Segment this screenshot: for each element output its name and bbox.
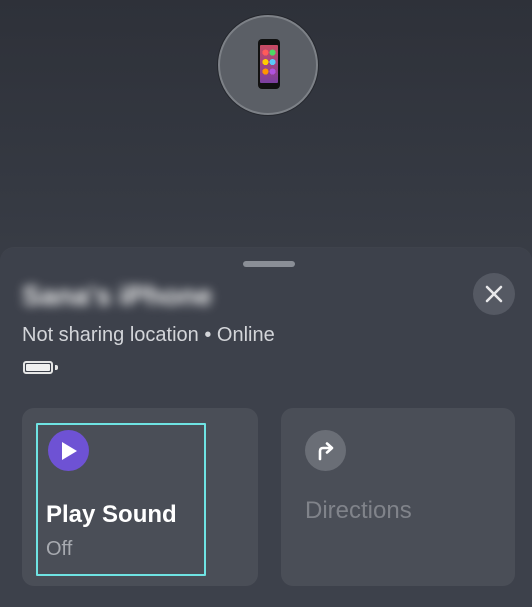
close-button[interactable] xyxy=(473,273,515,315)
device-detail-sheet: Sana's iPhone Not sharing location • Onl… xyxy=(0,248,532,607)
play-sound-status: Off xyxy=(46,538,73,560)
battery-fill xyxy=(26,364,50,371)
device-name: Sana's iPhone xyxy=(22,280,213,311)
device-status: Not sharing location • Online xyxy=(22,324,275,346)
turn-right-arrow-icon xyxy=(318,442,334,461)
battery-icon xyxy=(23,361,53,374)
battery-tip xyxy=(55,365,58,370)
device-location-marker[interactable] xyxy=(218,15,318,115)
sheet-grabber[interactable] xyxy=(243,261,295,267)
close-icon xyxy=(485,285,503,303)
play-sound-label: Play Sound xyxy=(46,501,177,528)
play-icon xyxy=(62,442,77,460)
directions-icon-badge xyxy=(305,430,346,471)
directions-label: Directions xyxy=(305,497,412,524)
play-sound-icon-badge xyxy=(48,430,89,471)
iphone-icon xyxy=(258,39,280,89)
phone-screen xyxy=(260,45,278,83)
